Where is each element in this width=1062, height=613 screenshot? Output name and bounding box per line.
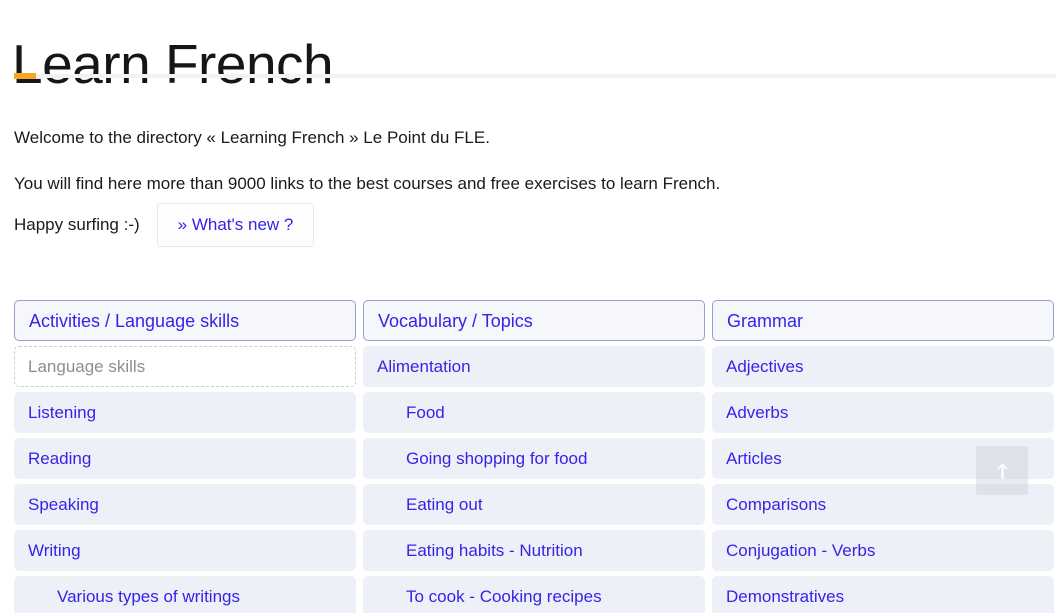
whats-new-button[interactable]: » What's new ? bbox=[156, 203, 315, 247]
intro-line-1: Welcome to the directory « Learning Fren… bbox=[14, 128, 490, 147]
directory-column: Activities / Language skills Language ski… bbox=[14, 300, 356, 613]
category-link[interactable]: Eating out bbox=[363, 484, 705, 525]
page-title: Learn French bbox=[12, 32, 334, 95]
category-link[interactable]: Eating habits - Nutrition bbox=[363, 530, 705, 571]
category-link[interactable]: Writing bbox=[14, 530, 356, 571]
header-divider bbox=[14, 74, 1056, 78]
category-link[interactable]: Demonstratives bbox=[712, 576, 1054, 613]
directory-columns: Activities / Language skills Language ski… bbox=[14, 300, 1056, 613]
category-link[interactable]: Reading bbox=[14, 438, 356, 479]
category-link[interactable]: To cook - Cooking recipes bbox=[363, 576, 705, 613]
scroll-to-top-button[interactable] bbox=[976, 446, 1028, 495]
category-link[interactable]: Adjectives bbox=[712, 346, 1054, 387]
arrow-up-icon bbox=[995, 461, 1010, 481]
header-accent-bar bbox=[14, 73, 36, 79]
category-link[interactable]: Various types of writings bbox=[14, 576, 356, 613]
category-link[interactable]: Conjugation - Verbs bbox=[712, 530, 1054, 571]
category-link[interactable]: Going shopping for food bbox=[363, 438, 705, 479]
happy-surfing-row: Happy surfing :-) » What's new ? bbox=[14, 203, 315, 247]
category-link[interactable]: Listening bbox=[14, 392, 356, 433]
category-link[interactable]: Alimentation bbox=[363, 346, 705, 387]
happy-surfing-text: Happy surfing :-) bbox=[14, 215, 140, 234]
column-header[interactable]: Vocabulary / Topics bbox=[363, 300, 705, 341]
page-root: Learn French Welcome to the directory « … bbox=[0, 0, 1062, 613]
column-header[interactable]: Activities / Language skills bbox=[14, 300, 356, 341]
category-link[interactable]: Speaking bbox=[14, 484, 356, 525]
category-link[interactable]: Adverbs bbox=[712, 392, 1054, 433]
column-header[interactable]: Grammar bbox=[712, 300, 1054, 341]
category-placeholder: Language skills bbox=[14, 346, 356, 387]
category-link[interactable]: Food bbox=[363, 392, 705, 433]
intro-line-2: You will find here more than 9000 links … bbox=[14, 174, 721, 193]
directory-column: Vocabulary / Topics Alimentation Food Going… bbox=[363, 300, 705, 613]
